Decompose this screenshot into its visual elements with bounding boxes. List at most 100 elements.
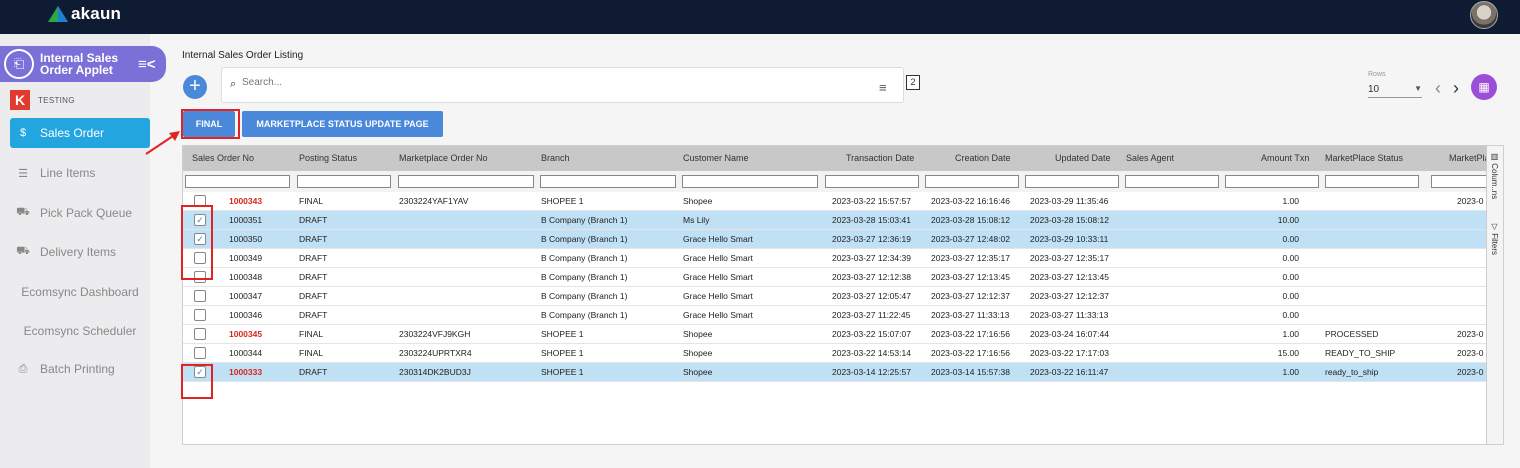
column-header[interactable]: Branch (541, 146, 570, 171)
sidebar-item-pick-pack-queue[interactable]: ⛟ Pick Pack Queue (10, 198, 150, 228)
column-filter-input[interactable] (1125, 175, 1219, 188)
sidebar-item-sales-order[interactable]: $ Sales Order (10, 118, 150, 148)
sidebar-item-line-items[interactable]: ☰ Line Items (10, 158, 150, 188)
cell-amount: 1.00 (1282, 329, 1299, 339)
cell-customer: Grace Hello Smart (683, 272, 753, 282)
column-filter-input[interactable] (1225, 175, 1319, 188)
marketplace-status-update-button[interactable]: MARKETPLACE STATUS UPDATE PAGE (242, 111, 443, 137)
cell-mp-status: PROCESSED (1325, 329, 1379, 339)
column-filter-input[interactable] (1431, 175, 1487, 188)
page-title: Internal Sales Order Listing (182, 50, 304, 61)
cell-status: DRAFT (299, 310, 328, 320)
sidebar-item-label: Ecomsync Scheduler (23, 324, 137, 338)
cell-branch: B Company (Branch 1) (541, 253, 628, 263)
filters-tab[interactable]: ▽ Filters (1490, 222, 1499, 255)
column-header[interactable]: MarketPlace Status (1325, 146, 1403, 171)
table-row[interactable]: 1000345 FINAL 2303224VFJ9KGH SHOPEE 1 Shopee… (183, 325, 1487, 344)
column-header[interactable]: Sales Order No (192, 146, 254, 171)
column-header[interactable]: Amount Txn (1261, 146, 1309, 171)
cell-so: 1000345 (229, 329, 263, 339)
cell-mp-date: 2023-0 (1457, 196, 1484, 206)
column-header[interactable]: Creation Date (955, 146, 1011, 171)
table-row[interactable]: ✓ 1000351 DRAFT B Company (Branch 1) Ms Lily… (183, 211, 1487, 230)
column-filter-input[interactable] (1325, 175, 1419, 188)
cell-amount: 1.00 (1282, 196, 1299, 206)
applet-icon: ⎗ (4, 49, 34, 79)
sidebar-item-ecomsync-scheduler[interactable]: Ecomsync Scheduler (10, 316, 150, 346)
cell-status: FINAL (299, 196, 324, 206)
akaun-logo[interactable]: akaun (48, 4, 121, 24)
cell-txn-date: 2023-03-27 12:12:38 (832, 272, 911, 282)
collapse-sidebar-icon[interactable]: ≡< (138, 56, 156, 73)
sidebar-item-label: Line Items (40, 166, 96, 180)
column-header[interactable]: Transaction Date (846, 146, 914, 171)
truck-icon: ⛟ (16, 206, 30, 218)
search-input[interactable] (242, 77, 842, 88)
cell-amount: 0.00 (1282, 291, 1299, 301)
cell-status: DRAFT (299, 234, 328, 244)
cell-amount: 0.00 (1282, 272, 1299, 282)
cell-branch: SHOPEE 1 (541, 367, 584, 377)
cell-status: DRAFT (299, 291, 328, 301)
sidebar-item-batch-printing[interactable]: ⎙ Batch Printing (10, 354, 150, 384)
cell-mp-date: 2023-0 (1457, 329, 1484, 339)
column-header[interactable]: Marketplace Order No (399, 146, 488, 171)
table-row[interactable]: ✓ 1000333 DRAFT 230314DK2BUD3J SHOPEE 1 Shope… (183, 363, 1487, 382)
company-selector[interactable]: K TESTING (10, 90, 75, 110)
table-row[interactable]: 1000347 DRAFT B Company (Branch 1) Grace He… (183, 287, 1487, 306)
cell-mp-no: 2303224UPRTXR4 (399, 348, 472, 358)
cell-branch: SHOPEE 1 (541, 329, 584, 339)
search-icon: ⌕ (230, 78, 237, 90)
user-avatar[interactable] (1470, 1, 1498, 29)
sales-order-table: Sales Order No Posting Status Marketplac… (182, 145, 1504, 445)
columns-tab[interactable]: ▥ Colum..ns (1490, 152, 1499, 199)
sidebar-item-ecomsync-dashboard[interactable]: Ecomsync Dashboard (10, 277, 150, 307)
table-row[interactable]: 1000346 DRAFT B Company (Branch 1) Grace He… (183, 306, 1487, 325)
column-filter-input[interactable] (825, 175, 919, 188)
filter-icon[interactable]: ≡ (879, 80, 887, 95)
column-filter-input[interactable] (540, 175, 676, 188)
column-header[interactable]: Updated Date (1055, 146, 1111, 171)
side-panel-tabs: ▥ Colum..ns ▽ Filters (1486, 146, 1503, 444)
column-filter-input[interactable] (297, 175, 391, 188)
cell-amount: 0.00 (1282, 234, 1299, 244)
cell-created: 2023-03-27 12:12:37 (931, 291, 1010, 301)
chevron-down-icon: ▼ (1414, 84, 1422, 93)
sidebar-item-delivery-items[interactable]: ⛟ Delivery Items (10, 237, 150, 267)
column-header[interactable]: Posting Status (299, 146, 357, 171)
table-row[interactable]: ✓ 1000350 DRAFT B Company (Branch 1) Grace H… (183, 230, 1487, 249)
main-content: Internal Sales Order Listing + ⌕ ≡ 2 Row… (150, 34, 1520, 468)
cell-updated: 2023-03-22 16:11:47 (1030, 367, 1109, 377)
cell-customer: Shopee (683, 196, 713, 206)
row-checkbox[interactable] (194, 309, 206, 321)
prev-page-icon[interactable]: ‹ (1435, 78, 1441, 99)
cell-created: 2023-03-27 12:48:02 (931, 234, 1010, 244)
cell-updated: 2023-03-27 11:33:13 (1030, 310, 1109, 320)
cell-mp-no: 2303224YAF1YAV (399, 196, 469, 206)
table-row[interactable]: 1000343 FINAL 2303224YAF1YAV SHOPEE 1 Shopee… (183, 192, 1487, 211)
row-checkbox[interactable] (194, 290, 206, 302)
dollar-icon: $ (19, 127, 27, 139)
row-checkbox[interactable] (194, 328, 206, 340)
cell-so: 1000344 (229, 348, 263, 358)
next-page-icon[interactable]: › (1453, 78, 1459, 99)
column-filter-input[interactable] (1025, 175, 1119, 188)
column-header[interactable]: MarketPla (1449, 146, 1490, 171)
copy-icon[interactable]: 2 (906, 75, 920, 90)
rows-per-page-select[interactable]: 10 ▼ (1368, 84, 1422, 98)
cell-updated: 2023-03-24 16:07:44 (1030, 329, 1109, 339)
column-filter-input[interactable] (925, 175, 1019, 188)
column-filter-input[interactable] (185, 175, 290, 188)
table-row[interactable]: 1000349 DRAFT B Company (Branch 1) Grace He… (183, 249, 1487, 268)
table-row[interactable]: 1000348 DRAFT B Company (Branch 1) Grace He… (183, 268, 1487, 287)
column-filter-input[interactable] (682, 175, 818, 188)
cell-branch: B Company (Branch 1) (541, 234, 628, 244)
table-row[interactable]: 1000344 FINAL 2303224UPRTXR4 SHOPEE 1 Shopee… (183, 344, 1487, 363)
column-filter-input[interactable] (398, 175, 534, 188)
applet-header[interactable]: ⎗ Internal Sales Order Applet ≡< (0, 46, 166, 82)
row-checkbox[interactable] (194, 347, 206, 359)
grid-view-icon[interactable]: ▦ (1471, 74, 1497, 100)
column-header[interactable]: Sales Agent (1126, 146, 1174, 171)
column-header[interactable]: Customer Name (683, 146, 749, 171)
add-button[interactable]: + (183, 75, 207, 99)
